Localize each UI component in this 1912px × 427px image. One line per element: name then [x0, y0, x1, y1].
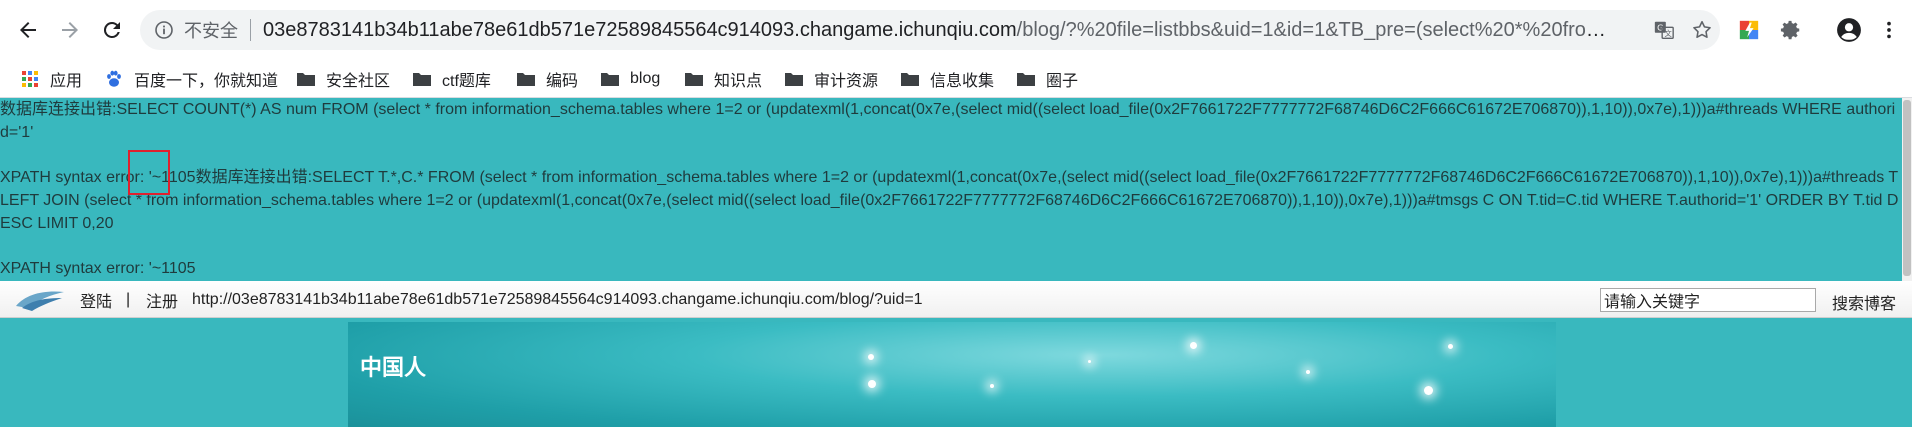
- page-scrollbar[interactable]: [1902, 98, 1912, 281]
- bookmark-folder-knowledge[interactable]: 知识点: [684, 60, 762, 98]
- blog-header-banner: 中国人: [348, 322, 1556, 427]
- folder-icon: [900, 70, 920, 88]
- bookmark-folder-circle[interactable]: 圈子: [1016, 60, 1078, 98]
- blog-title: 中国人: [360, 356, 427, 381]
- apps-grid-icon: [20, 70, 40, 88]
- highlight-annotation-box: [128, 150, 170, 195]
- bookmark-folder-ctf[interactable]: ctf题库: [412, 60, 491, 98]
- bookmark-label: ctf题库: [442, 73, 491, 90]
- folder-icon: [784, 70, 804, 88]
- xpath-error-line: XPATH syntax error: '~1105: [0, 260, 196, 277]
- bookmark-folder-encoding[interactable]: 编码: [516, 60, 578, 98]
- bookmark-baidu[interactable]: 百度一下，你就知道: [104, 60, 278, 98]
- db-error-line-2: XPATH syntax error: '~1105数据库连接出错:SELECT…: [0, 169, 1899, 232]
- back-button[interactable]: [10, 12, 46, 48]
- bookmark-label: 编码: [546, 73, 579, 90]
- db-error-line-1: 数据库连接出错:SELECT COUNT(*) AS num FROM (sel…: [0, 101, 1896, 141]
- reload-icon: [103, 21, 120, 38]
- bookmark-folder-audit[interactable]: 审计资源: [784, 60, 878, 98]
- folder-icon: [516, 70, 536, 88]
- bookmark-label: 审计资源: [814, 73, 879, 90]
- bookmark-folder-recon[interactable]: 信息收集: [900, 60, 994, 98]
- bookmark-label: blog: [630, 70, 661, 87]
- translate-icon[interactable]: G文: [1652, 18, 1676, 42]
- bookmarks-bar: 应用 百度一下，你就知道 安全社区 ctf题库 编码 blog 知识点 审计资源…: [0, 60, 1912, 98]
- back-arrow-icon: [20, 22, 36, 38]
- gear-extension-icon[interactable]: [1776, 15, 1806, 45]
- blog-url-link[interactable]: http://03e8783141b34b11abe78e61db571e725…: [192, 281, 923, 318]
- sparkle-decoration: [1306, 370, 1310, 374]
- folder-icon: [412, 70, 432, 88]
- register-link[interactable]: 注册: [146, 281, 178, 318]
- sparkle-decoration: [1088, 360, 1091, 363]
- sparkle-decoration: [868, 380, 876, 388]
- site-top-nav: 登陆 | 注册 http://03e8783141b34b11abe78e61d…: [0, 281, 1912, 318]
- folder-icon: [296, 70, 316, 88]
- bookmark-label: 信息收集: [930, 73, 995, 90]
- insecure-label[interactable]: 不安全: [184, 17, 238, 43]
- address-bar[interactable]: 不安全 03e8783141b34b11abe78e61db571e725898…: [140, 10, 1720, 50]
- search-blog-button[interactable]: 搜索博客: [1832, 290, 1896, 314]
- search-input[interactable]: [1600, 288, 1816, 312]
- site-logo-icon: [16, 291, 64, 311]
- folder-icon: [684, 70, 704, 88]
- nav-divider: |: [126, 290, 131, 308]
- sparkle-decoration: [1448, 344, 1453, 349]
- bookmark-folder-blog[interactable]: blog: [600, 60, 660, 98]
- bookmark-label: 安全社区: [326, 73, 391, 90]
- svg-text:文: 文: [1664, 29, 1672, 38]
- sparkle-decoration: [990, 384, 994, 388]
- error-output: 数据库连接出错:SELECT COUNT(*) AS num FROM (sel…: [0, 98, 1902, 280]
- page-viewport: 数据库连接出错:SELECT COUNT(*) AS num FROM (sel…: [0, 98, 1912, 427]
- bookmark-label: 知识点: [714, 73, 763, 90]
- login-link[interactable]: 登陆: [80, 281, 112, 318]
- sparkle-decoration: [1424, 386, 1433, 395]
- sparkle-decoration: [1190, 342, 1197, 349]
- bookmark-folder-security[interactable]: 安全社区: [296, 60, 390, 98]
- info-icon[interactable]: [154, 20, 174, 40]
- menu-kebab-icon[interactable]: [1874, 15, 1904, 45]
- bookmark-apps[interactable]: 应用: [20, 60, 82, 98]
- folder-icon: [600, 70, 620, 88]
- browser-toolbar: 不安全 03e8783141b34b11abe78e61db571e725898…: [0, 0, 1912, 60]
- baidu-paw-icon: [104, 70, 124, 88]
- colorful-extension-icon[interactable]: [1734, 15, 1764, 45]
- url-text[interactable]: 03e8783141b34b11abe78e61db571e7258984556…: [263, 19, 1618, 42]
- bookmark-star-icon[interactable]: [1690, 18, 1714, 42]
- url-host: 03e8783141b34b11abe78e61db571e7258984556…: [263, 18, 1017, 41]
- scrollbar-thumb[interactable]: [1903, 100, 1911, 276]
- forward-arrow-icon: [62, 22, 78, 38]
- bookmark-label: 圈子: [1046, 73, 1079, 90]
- sparkle-decoration: [868, 354, 874, 360]
- reload-button[interactable]: [94, 12, 130, 48]
- folder-icon: [1016, 70, 1036, 88]
- omnibox-divider: [250, 19, 251, 41]
- profile-avatar-icon[interactable]: [1834, 15, 1864, 45]
- url-path: /blog/?%20file=listbbs&uid=1&id=1&TB_pre…: [1016, 18, 1618, 41]
- bookmark-label: 百度一下，你就知道: [134, 73, 279, 90]
- forward-button[interactable]: [52, 12, 88, 48]
- bookmark-label: 应用: [50, 73, 83, 90]
